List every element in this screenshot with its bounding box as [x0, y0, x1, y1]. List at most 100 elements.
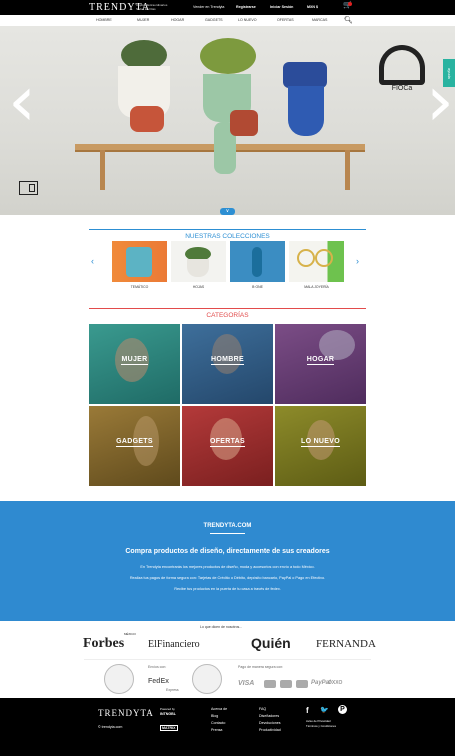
site-slogan: Objetos Extraordinarios Todos los Días	[136, 3, 168, 11]
planter-image	[288, 86, 324, 136]
fedex-logo: FedEx	[148, 678, 170, 685]
category-label: OFERTAS	[209, 438, 246, 447]
category-label: LO NUEVO	[301, 438, 340, 447]
collection-image	[230, 241, 285, 282]
collections-title: NUESTRAS COLECCIONES	[89, 225, 366, 240]
category-label: HOGAR	[306, 356, 335, 365]
collection-item[interactable]: TEMÁTICO	[112, 241, 167, 289]
oxxo-logo: OXXO	[328, 680, 343, 686]
intngbl-logo[interactable]: INTNGBL	[160, 712, 176, 716]
matrix-logo[interactable]: MATRIX	[160, 725, 178, 731]
collection-item[interactable]: MALA JOYERÍA	[289, 241, 344, 289]
facebook-icon[interactable]: f	[306, 706, 309, 715]
currency-select[interactable]: MXN $	[307, 5, 318, 9]
footer: TRENDYTA © trendyta.com Powered by INTNG…	[0, 698, 455, 756]
categories-title: CATEGORÍAS	[89, 304, 366, 319]
powered-label: Powered by	[160, 707, 175, 711]
nav-item-hombre[interactable]: HOMBRE	[96, 18, 112, 22]
about-paragraph: Realiza tus pagos de forma segura con: T…	[129, 576, 326, 580]
top-bar: TRENDYTA Objetos Extraordinarios Todos l…	[0, 0, 455, 15]
category-label: GADGETS	[116, 438, 153, 447]
search-icon[interactable]: 🔍︎	[344, 16, 353, 24]
footer-link-press[interactable]: Prensa	[211, 728, 222, 732]
fedex-sub: Express	[166, 688, 179, 692]
footer-link-contact[interactable]: Contacto	[211, 721, 225, 725]
fernanda-logo: FERNANDA	[316, 638, 376, 650]
category-tile-hombre[interactable]: HOMBRE	[182, 324, 273, 404]
footer-link-blog[interactable]: Blog	[211, 714, 218, 718]
category-tile-hogar[interactable]: HOGAR	[275, 324, 366, 404]
nav-item-marcas[interactable]: MARCAS	[312, 18, 327, 22]
category-tile-mujer[interactable]: MUJER	[89, 324, 180, 404]
shelf-bracket	[100, 150, 105, 190]
collection-image	[289, 241, 344, 282]
visa-logo: VISA	[238, 680, 255, 687]
planter-image	[230, 110, 258, 136]
press-label: Lo que dicen de nosotros...	[200, 625, 243, 629]
nav-item-mujer[interactable]: MUJER	[137, 18, 149, 22]
forbes-logo: Forbes	[83, 636, 125, 651]
footer-link-returns[interactable]: Devoluciones	[259, 721, 281, 725]
shelf-bracket	[345, 150, 350, 190]
planter-image	[283, 62, 327, 88]
collection-caption: HOJAS	[192, 285, 205, 289]
collection-caption: TEMÁTICO	[130, 285, 149, 289]
shipping-label: Envíos con:	[148, 665, 167, 669]
register-link[interactable]: Registrarse	[236, 5, 256, 9]
nav-item-gadgets[interactable]: GADGETS	[205, 18, 223, 22]
planter-image	[130, 106, 164, 132]
category-tile-ofertas[interactable]: OFERTAS	[182, 406, 273, 486]
security-seal-icon	[104, 664, 134, 694]
forbes-tag: MÉXICO	[124, 632, 136, 636]
hero-banner[interactable]: ‹ › m FIOCa ∨	[0, 26, 455, 215]
sell-link[interactable]: Vender en Trendyta	[193, 5, 224, 9]
footer-copyright: © trendyta.com	[98, 725, 123, 729]
amex-icon	[280, 680, 292, 688]
cart-badge	[348, 2, 352, 6]
elfinanciero-logo: ElFinanciero	[148, 639, 200, 650]
payment-label: Pago de manera segura con:	[238, 665, 284, 669]
secure-payment-seal-icon	[192, 664, 222, 694]
collections-next-arrow[interactable]: ›	[356, 256, 359, 266]
category-tile-gadgets[interactable]: GADGETS	[89, 406, 180, 486]
pinterest-icon[interactable]: P	[338, 705, 347, 714]
scroll-down-chevron-icon[interactable]: ∨	[220, 208, 235, 215]
footer-link-productivity[interactable]: Productividad	[259, 728, 281, 732]
press-section: Lo que dicen de nosotros... Forbes MÉXIC…	[0, 621, 455, 658]
footer-link-terms[interactable]: Términos y Condiciones	[306, 724, 336, 728]
collection-item[interactable]: B·ONE	[230, 241, 285, 289]
fioca-mark-icon: m	[379, 45, 425, 85]
category-label: MUJER	[121, 356, 148, 365]
about-title: TRENDYTA.COM	[203, 523, 252, 529]
about-paragraph: Recibe tus productos en la puerta de tu …	[174, 587, 281, 591]
collection-item[interactable]: HOJAS	[171, 241, 226, 289]
footer-link-faq[interactable]: FAQ	[259, 707, 266, 711]
nav-item-ofertas[interactable]: OFERTAS	[277, 18, 294, 22]
bank-card-icon	[296, 680, 308, 688]
category-label: HOMBRE	[211, 356, 244, 365]
about-paragraph: En Trendyta encontrarás los mejores prod…	[140, 565, 315, 569]
fioca-brand-name: FIOCa	[391, 85, 413, 92]
footer-logo[interactable]: TRENDYTA	[98, 708, 154, 718]
footer-link-privacy[interactable]: Aviso de Privacidad	[306, 719, 331, 723]
gallery-icon[interactable]	[19, 181, 38, 195]
footer-link-designers[interactable]: Diseñadores	[259, 714, 279, 718]
nav-item-lo-nuevo[interactable]: LO NUEVO	[238, 18, 257, 22]
hero-prev-arrow[interactable]: ‹	[8, 66, 36, 136]
footer-link-about[interactable]: Acerca de	[211, 707, 227, 711]
category-tile-lo-nuevo[interactable]: LO NUEVO	[275, 406, 366, 486]
collections-prev-arrow[interactable]: ‹	[91, 256, 94, 266]
plant-image	[200, 38, 256, 74]
login-link[interactable]: Iniciar Sesión	[270, 5, 293, 9]
twitter-icon[interactable]: 🐦	[320, 706, 329, 714]
about-section: TRENDYTA.COM Compra productos de diseño,…	[0, 501, 455, 621]
trust-seals: Envíos con: FedEx Express Pago de manera…	[84, 659, 371, 699]
mastercard-icon	[264, 680, 276, 688]
collection-image	[112, 241, 167, 282]
fioca-brand-logo: m FIOCa	[376, 45, 428, 92]
collection-caption: B·ONE	[252, 285, 263, 289]
quien-logo: Quién	[251, 635, 291, 651]
help-side-tab[interactable]: ayuda	[443, 59, 455, 87]
about-subtitle: Compra productos de diseño, directamente…	[125, 548, 330, 555]
nav-item-hogar[interactable]: HOGAR	[171, 18, 184, 22]
